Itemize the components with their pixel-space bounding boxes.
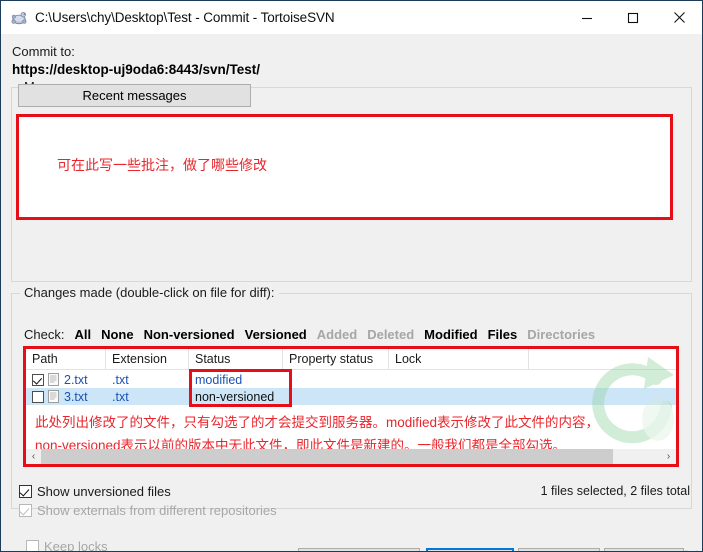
column-header-property-status[interactable]: Property status <box>283 349 389 370</box>
horizontal-scrollbar-track[interactable] <box>613 449 661 464</box>
file-name: 2.txt <box>64 372 88 387</box>
file-list-header: Path Extension Status Property status Lo… <box>26 349 676 370</box>
check-link-all[interactable]: All <box>74 327 91 342</box>
file-property-status <box>283 388 389 405</box>
file-extension: .txt <box>112 372 129 387</box>
ok-button[interactable]: OK <box>426 548 514 551</box>
check-link-files[interactable]: Files <box>488 327 518 342</box>
check-link-non-versioned[interactable]: Non-versioned <box>144 327 235 342</box>
help-button[interactable]: Help <box>604 548 684 551</box>
check-link-directories: Directories <box>527 327 596 342</box>
window-title: C:\Users\chy\Desktop\Test - Commit - Tor… <box>35 10 335 25</box>
show-externals-label: Show externals from different repositori… <box>37 503 277 518</box>
check-link-none[interactable]: None <box>101 327 134 342</box>
check-link-deleted: Deleted <box>367 327 415 342</box>
file-row-path-cell[interactable]: 3.txt <box>26 388 106 405</box>
file-lock <box>389 371 529 388</box>
keep-locks-label: Keep locks <box>44 539 108 552</box>
recent-messages-button[interactable]: Recent messages <box>18 84 251 107</box>
show-unversioned-files-label: Show unversioned files <box>37 484 171 499</box>
file-lock <box>389 388 529 405</box>
scroll-left-arrow-icon[interactable]: ‹ <box>26 449 41 464</box>
column-header-status[interactable]: Status <box>189 349 283 370</box>
column-header-lock[interactable]: Lock <box>389 349 529 370</box>
check-label: Check: <box>24 327 65 342</box>
file-name: 3.txt <box>64 389 88 404</box>
show-externals-checkbox: Show externals from different repositori… <box>19 503 277 518</box>
show-unversioned-files-checkbox[interactable]: Show unversioned files <box>19 484 171 499</box>
file-property-status <box>283 371 389 388</box>
scroll-right-arrow-icon[interactable]: › <box>661 449 676 464</box>
changes-made-group: Changes made (double-click on file for d… <box>11 285 692 509</box>
window-controls <box>564 2 702 34</box>
document-icon <box>48 390 59 403</box>
maximize-button[interactable] <box>610 2 656 34</box>
commit-url: https://desktop-uj9oda6:8443/svn/Test/ <box>12 62 261 77</box>
commit-message-text: 可在此写一些批注，做了哪些修改 <box>57 157 267 173</box>
file-list-highlight-box: Path Extension Status Property status Lo… <box>23 346 679 467</box>
check-link-versioned[interactable]: Versioned <box>245 327 307 342</box>
checkbox-indicator <box>19 504 32 517</box>
horizontal-scrollbar-thumb[interactable] <box>41 449 613 464</box>
cancel-button[interactable]: Cancel <box>518 548 600 551</box>
annotation-line-1: 此处列出修改了的文件，只有勾选了的才会提交到服务器。modified表示修改了此… <box>35 415 600 430</box>
commit-to-label: Commit to: <box>12 44 75 59</box>
file-checkbox[interactable] <box>32 390 44 403</box>
file-extension: .txt <box>112 389 129 404</box>
dialog-client-area: Commit to: https://desktop-uj9oda6:8443/… <box>1 34 702 551</box>
checkbox-indicator[interactable] <box>19 485 32 498</box>
check-filter-row: Check: All None Non-versioned Versioned … <box>24 327 605 342</box>
check-link-added: Added <box>316 327 358 342</box>
tortoisesvn-turtle-icon <box>9 8 29 28</box>
horizontal-scrollbar[interactable]: ‹ › <box>26 449 676 464</box>
table-row[interactable]: 2.txt .txt modified <box>26 371 676 388</box>
document-icon <box>48 373 59 386</box>
file-status: non-versioned <box>195 389 275 404</box>
column-header-extension[interactable]: Extension <box>106 349 189 370</box>
minimize-button[interactable] <box>564 2 610 34</box>
changes-made-label: Changes made (double-click on file for d… <box>20 285 279 300</box>
close-button[interactable] <box>656 2 702 34</box>
commit-dialog-window: C:\Users\chy\Desktop\Test - Commit - Tor… <box>0 0 703 552</box>
file-checkbox[interactable] <box>32 373 44 386</box>
table-row[interactable]: 3.txt .txt non-versioned <box>26 388 676 405</box>
column-header-path[interactable]: Path <box>26 349 106 370</box>
file-list[interactable]: Path Extension Status Property status Lo… <box>26 349 676 464</box>
show-log-button[interactable]: Show log <box>298 548 420 551</box>
files-status-text: 1 files selected, 2 files total <box>540 484 690 498</box>
commit-message-input[interactable]: 可在此写一些批注，做了哪些修改 <box>16 114 673 220</box>
keep-locks-checkbox: Keep locks <box>26 539 108 552</box>
file-status: modified <box>195 372 243 387</box>
checkbox-indicator <box>26 540 39 551</box>
title-bar[interactable]: C:\Users\chy\Desktop\Test - Commit - Tor… <box>1 1 702 34</box>
check-link-modified[interactable]: Modified <box>424 327 477 342</box>
file-row-path-cell[interactable]: 2.txt <box>26 371 106 388</box>
